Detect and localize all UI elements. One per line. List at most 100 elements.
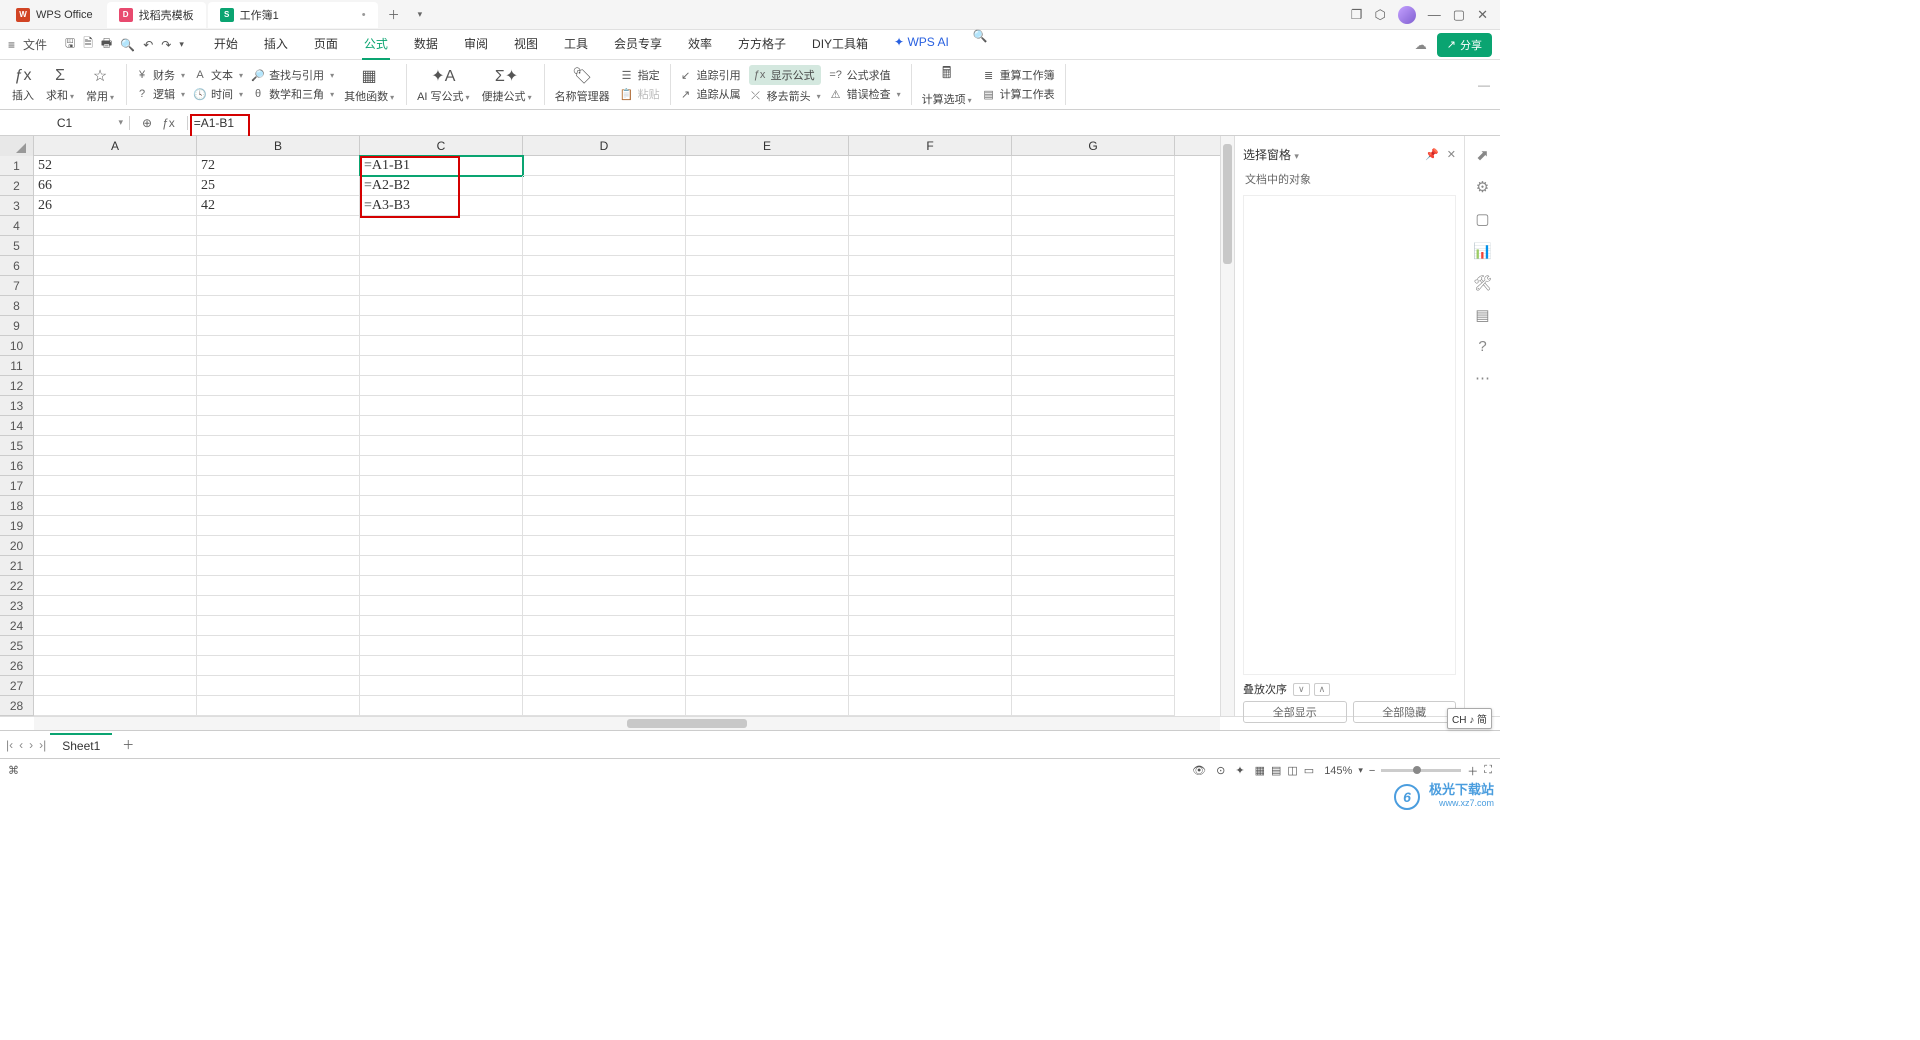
- col-header-G[interactable]: G: [1012, 136, 1175, 155]
- row-header[interactable]: 20: [0, 536, 34, 556]
- zoom-slider[interactable]: [1381, 769, 1461, 772]
- cube-icon[interactable]: ⬡: [1374, 7, 1385, 23]
- cell-C20[interactable]: [360, 536, 523, 556]
- cell-D1[interactable]: [523, 156, 686, 176]
- cell-D2[interactable]: [523, 176, 686, 196]
- math-fn-button[interactable]: θ数学和三角▾: [251, 86, 334, 102]
- name-box[interactable]: C1 ▾: [0, 116, 130, 130]
- row-header[interactable]: 9: [0, 316, 34, 336]
- col-header-C[interactable]: C: [360, 136, 523, 155]
- cell-E16[interactable]: [686, 456, 849, 476]
- tab-data[interactable]: 数据: [412, 29, 440, 60]
- col-header-F[interactable]: F: [849, 136, 1012, 155]
- cell-G10[interactable]: [1012, 336, 1175, 356]
- insert-fn-button[interactable]: ƒx插入: [10, 67, 36, 103]
- cell-D5[interactable]: [523, 236, 686, 256]
- col-header-D[interactable]: D: [523, 136, 686, 155]
- cell-B24[interactable]: [197, 616, 360, 636]
- cell-C2[interactable]: =A2-B2: [360, 176, 523, 196]
- cell-E19[interactable]: [686, 516, 849, 536]
- cell-B15[interactable]: [197, 436, 360, 456]
- bring-forward-button[interactable]: ∨: [1293, 683, 1310, 696]
- zoom-level[interactable]: 145%: [1324, 765, 1352, 777]
- cell-B11[interactable]: [197, 356, 360, 376]
- cell-A13[interactable]: [34, 396, 197, 416]
- cell-C3[interactable]: =A3-B3: [360, 196, 523, 216]
- cell-A12[interactable]: [34, 376, 197, 396]
- cell-F2[interactable]: [849, 176, 1012, 196]
- cell-D16[interactable]: [523, 456, 686, 476]
- cell-F8[interactable]: [849, 296, 1012, 316]
- tab-page[interactable]: 页面: [312, 29, 340, 60]
- cell-B25[interactable]: [197, 636, 360, 656]
- vscroll-thumb[interactable]: [1223, 144, 1232, 264]
- cell-E22[interactable]: [686, 576, 849, 596]
- text-fn-button[interactable]: A文本▾: [193, 67, 243, 83]
- cell-A9[interactable]: [34, 316, 197, 336]
- fx-button[interactable]: ƒx: [162, 116, 175, 130]
- cell-B4[interactable]: [197, 216, 360, 236]
- cell-F22[interactable]: [849, 576, 1012, 596]
- row-header[interactable]: 5: [0, 236, 34, 256]
- select-all-corner[interactable]: [0, 136, 34, 156]
- remove-arrows-button[interactable]: ⤫移去箭头▾: [749, 88, 821, 104]
- status-mode-icon[interactable]: ⌘: [8, 764, 1182, 777]
- cell-D20[interactable]: [523, 536, 686, 556]
- cell-C12[interactable]: [360, 376, 523, 396]
- cell-C9[interactable]: [360, 316, 523, 336]
- row-header[interactable]: 21: [0, 556, 34, 576]
- cell-B19[interactable]: [197, 516, 360, 536]
- cell-B27[interactable]: [197, 676, 360, 696]
- cell-A8[interactable]: [34, 296, 197, 316]
- file-menu[interactable]: 文件: [23, 36, 47, 53]
- cell-C6[interactable]: [360, 256, 523, 276]
- show-all-button[interactable]: 全部显示: [1243, 701, 1347, 723]
- cell-A24[interactable]: [34, 616, 197, 636]
- error-check-button[interactable]: ⚠错误检查▾: [829, 86, 901, 102]
- row-header[interactable]: 3: [0, 196, 34, 216]
- help-icon[interactable]: ?: [1478, 338, 1486, 355]
- cell-D7[interactable]: [523, 276, 686, 296]
- cell-G9[interactable]: [1012, 316, 1175, 336]
- cell-A14[interactable]: [34, 416, 197, 436]
- spreadsheet-grid[interactable]: A B C D E F G 15272=A1-B126625=A2-B23264…: [0, 136, 1220, 716]
- row-header[interactable]: 2: [0, 176, 34, 196]
- cell-E21[interactable]: [686, 556, 849, 576]
- prev-sheet-icon[interactable]: ‹: [19, 738, 23, 752]
- cell-G23[interactable]: [1012, 596, 1175, 616]
- cell-D4[interactable]: [523, 216, 686, 236]
- cell-G20[interactable]: [1012, 536, 1175, 556]
- normal-view-icon[interactable]: ▦: [1255, 764, 1265, 777]
- page-view-icon[interactable]: ▤: [1271, 764, 1281, 777]
- cell-C27[interactable]: [360, 676, 523, 696]
- cell-F26[interactable]: [849, 656, 1012, 676]
- cell-D9[interactable]: [523, 316, 686, 336]
- cell-B22[interactable]: [197, 576, 360, 596]
- cell-D26[interactable]: [523, 656, 686, 676]
- workbook-tab[interactable]: S 工作簿1 •: [208, 2, 378, 28]
- cell-A27[interactable]: [34, 676, 197, 696]
- undo-icon[interactable]: ↶: [143, 38, 153, 52]
- cell-C18[interactable]: [360, 496, 523, 516]
- cell-D23[interactable]: [523, 596, 686, 616]
- cell-E10[interactable]: [686, 336, 849, 356]
- cell-F1[interactable]: [849, 156, 1012, 176]
- cell-A26[interactable]: [34, 656, 197, 676]
- settings-tool-icon[interactable]: ⚙: [1476, 178, 1489, 196]
- row-header[interactable]: 24: [0, 616, 34, 636]
- tab-view[interactable]: 视图: [512, 29, 540, 60]
- chart-tool-icon[interactable]: 📊: [1473, 242, 1492, 260]
- home-tab[interactable]: W WPS Office: [4, 2, 105, 28]
- cell-G28[interactable]: [1012, 696, 1175, 716]
- tab-insert[interactable]: 插入: [262, 29, 290, 60]
- cell-E24[interactable]: [686, 616, 849, 636]
- time-fn-button[interactable]: 🕓时间▾: [193, 86, 243, 102]
- convenient-fn-button[interactable]: Σ✦便捷公式▾: [480, 66, 534, 104]
- paste-name-button[interactable]: 📋粘贴: [620, 86, 660, 102]
- preview-icon[interactable]: 🔍: [120, 38, 135, 52]
- cell-D27[interactable]: [523, 676, 686, 696]
- cell-A22[interactable]: [34, 576, 197, 596]
- tools-icon[interactable]: 🛠: [1473, 274, 1492, 292]
- cell-B18[interactable]: [197, 496, 360, 516]
- trace-dependents-button[interactable]: ↗追踪从属: [679, 86, 741, 102]
